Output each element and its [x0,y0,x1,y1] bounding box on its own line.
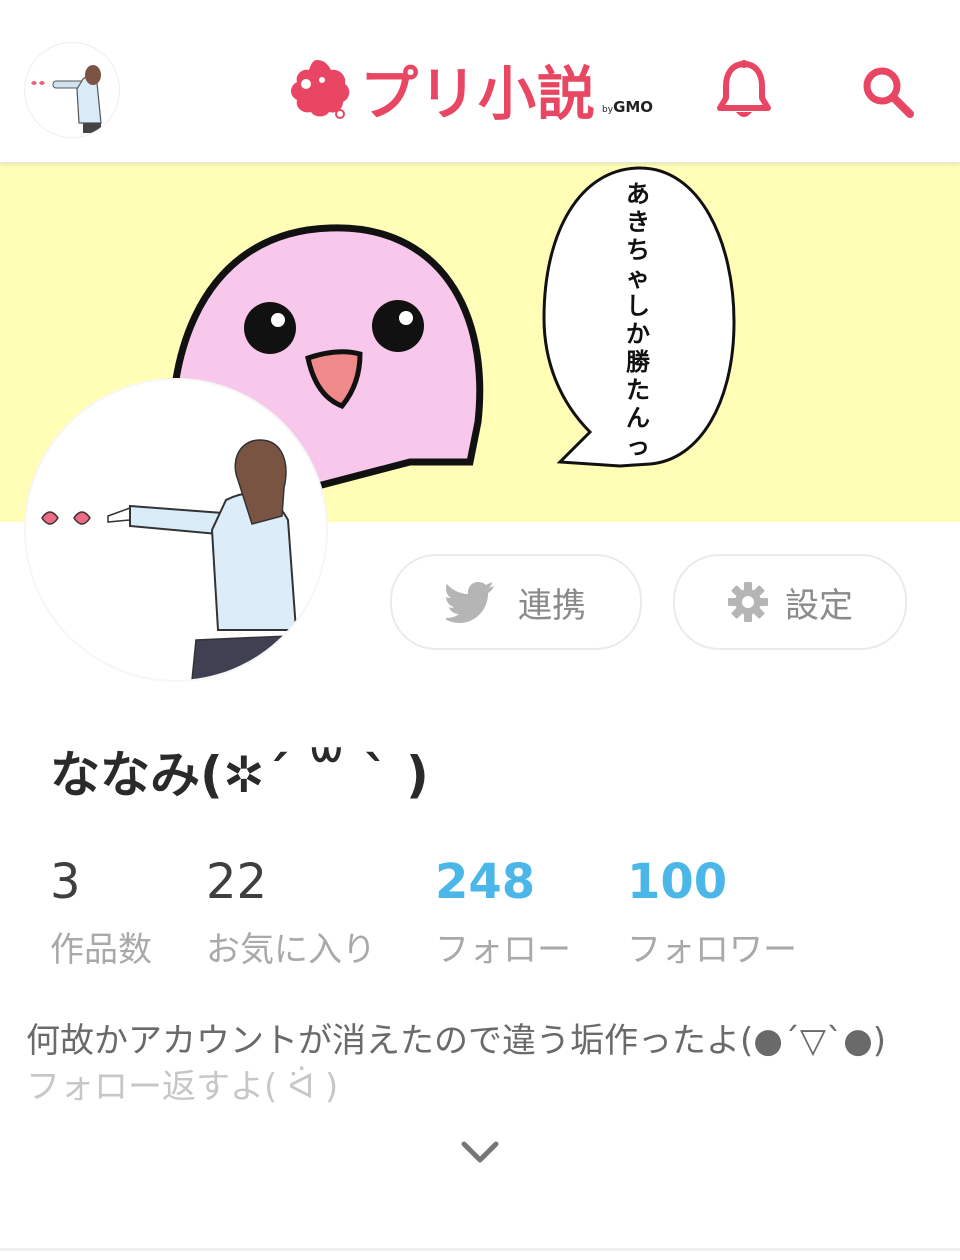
bio-line-2: フォロー返すよ( ᐛ ) [26,1067,339,1107]
user-avatar-small[interactable] [24,42,120,138]
settings-button[interactable]: 設定 [673,554,907,650]
profile-bio: 何故かアカウントが消えたので違う垢作ったよ(●´▽`●) フォロー返すよ( ᐛ … [26,1018,936,1110]
stat-following-label: フォロー [435,930,571,970]
twitter-icon [446,582,494,623]
bell-icon[interactable] [714,58,774,122]
app-logo-icon [291,60,350,119]
stat-followers-label: フォロワー [627,930,797,970]
stat-works-label: 作品数 [50,930,152,970]
stat-followers-value: 100 [627,854,728,910]
app-logo[interactable]: プリ小説 byGMO [282,54,654,128]
stat-favorites-value: 22 [206,854,268,910]
speech-bubble-text: あきちゃしか勝たんっ [626,180,650,460]
link-account-button[interactable]: 連携 [390,554,642,650]
stat-favorites-label: お気に入り [206,930,376,970]
search-icon[interactable] [858,62,918,122]
stat-following[interactable]: 248 フォロー [435,852,571,971]
profile-avatar[interactable] [26,380,326,680]
gear-icon [728,582,768,622]
stat-works[interactable]: 3 作品数 [50,852,152,971]
divider [0,1248,960,1251]
stat-following-value: 248 [435,854,536,910]
stat-followers[interactable]: 100 フォロワー [627,852,797,971]
link-account-label: 連携 [518,585,586,626]
settings-label: 設定 [785,585,853,626]
chevron-down-icon[interactable] [458,1136,502,1170]
top-header: プリ小説 byGMO [0,0,960,163]
logo-brand: byGMO [602,98,654,116]
logo-text: プリ小説 [360,60,597,128]
avatar-illustration [31,65,102,133]
bio-line-1: 何故かアカウントが消えたので違う垢作ったよ(●´▽`●) [26,1021,887,1061]
profile-avatar-illustration [41,439,298,680]
stat-works-value: 3 [50,854,81,910]
profile-name: ななみ(✲´ ꒳ ` ) [50,746,429,804]
stat-favorites[interactable]: 22 お気に入り [206,852,376,971]
